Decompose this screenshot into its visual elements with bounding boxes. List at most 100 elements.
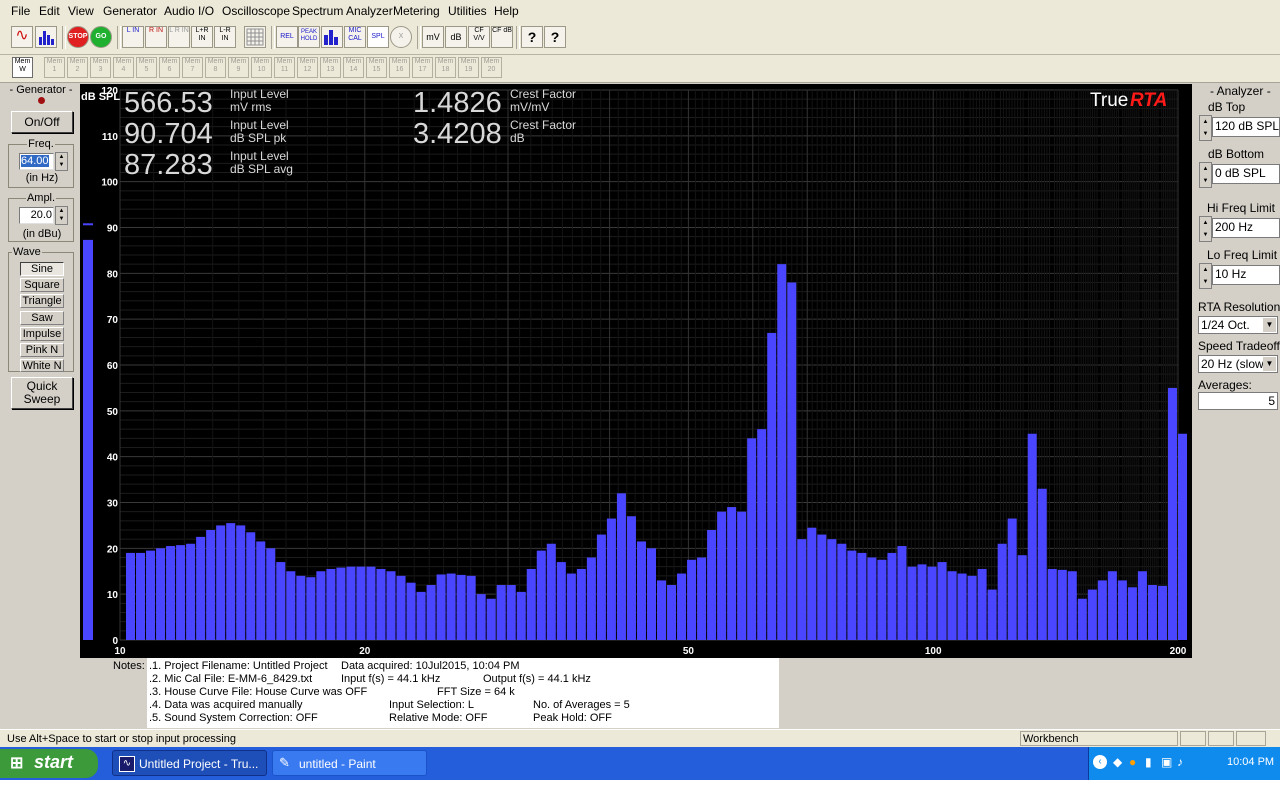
db-button[interactable]: dB (445, 26, 467, 48)
freq-field[interactable]: 64.00 (19, 153, 54, 170)
memory-slot-button[interactable]: Mem 12 (297, 57, 318, 78)
speed-tradeoff-select[interactable]: 20 Hz (slow) ▼ (1198, 355, 1278, 373)
memory-slot-button[interactable]: Mem 14 (343, 57, 364, 78)
mic-cal-button[interactable]: MIC CAL (344, 26, 366, 48)
spectrum-bar (356, 566, 366, 640)
ampl-group: Ampl. 20.0 ▲ ▼ (in dBu) (8, 192, 74, 242)
menu-file[interactable]: File (11, 4, 30, 18)
ampl-spinner[interactable]: ▲ ▼ (55, 206, 68, 225)
tray-app-icon[interactable]: ● (1129, 755, 1136, 769)
db-bottom-field[interactable]: 0 dB SPL (1212, 164, 1280, 184)
wave-square-button[interactable]: Square (20, 278, 64, 292)
note-line: .1. Project Filename: Untitled Project (149, 660, 328, 672)
memory-slot-button[interactable]: Mem 13 (320, 57, 341, 78)
menu-metering[interactable]: Metering (393, 4, 440, 18)
note-acquired: Data acquired: 10Jul2015, 10:04 PM (341, 660, 520, 672)
task-truerta[interactable]: ∿ Untitled Project - Tru... (112, 750, 267, 776)
sine-wave-icon[interactable]: ∿ (11, 26, 33, 48)
hi-freq-field[interactable]: 200 Hz (1212, 218, 1280, 238)
memory-slot-button[interactable]: Mem 19 (458, 57, 479, 78)
wave-impulse-button[interactable]: Impulse (20, 327, 64, 341)
lo-freq-spinner[interactable]: ▲ ▼ (1199, 263, 1212, 289)
memory-slot-button[interactable]: Mem 15 (366, 57, 387, 78)
main-toolbar: ∿ STOP GO L IN R IN L R IN L+R IN L-R IN… (0, 22, 1280, 55)
l-plus-r-in-button[interactable]: L+R IN (191, 26, 213, 48)
memory-slot-button[interactable]: Mem 5 (136, 57, 157, 78)
menu-oscilloscope[interactable]: Oscilloscope (222, 4, 290, 18)
memory-slot-button[interactable]: Mem 9 (228, 57, 249, 78)
memory-slot-button[interactable]: Mem 16 (389, 57, 410, 78)
l-minus-r-in-button[interactable]: L-R IN (214, 26, 236, 48)
ampl-field[interactable]: 20.0 (19, 207, 54, 224)
spectrum-icon[interactable] (35, 26, 57, 48)
y-tick-label: 110 (102, 132, 119, 143)
memory-slot-button[interactable]: Mem 8 (205, 57, 226, 78)
mv-button[interactable]: mV (422, 26, 444, 48)
db-top-spinner[interactable]: ▲ ▼ (1199, 115, 1212, 141)
context-help-icon[interactable]: ? (544, 26, 566, 48)
chevron-down-icon[interactable]: ▼ (1263, 318, 1276, 332)
cf-db-button[interactable]: CF dB (491, 26, 513, 48)
menu-generator[interactable]: Generator (103, 4, 157, 18)
stop-icon[interactable]: STOP (67, 26, 89, 48)
rta-resolution-select[interactable]: 1/24 Oct. ▼ (1198, 316, 1278, 334)
memory-slot-button[interactable]: Mem 7 (182, 57, 203, 78)
menu-spectrum-analyzer[interactable]: Spectrum Analyzer (292, 4, 393, 18)
memory-slot-button[interactable]: Mem 2 (67, 57, 88, 78)
memory-slot-button[interactable]: Mem 4 (113, 57, 134, 78)
wave-triangle-button[interactable]: Triangle (20, 294, 64, 308)
generator-on-off-button[interactable]: On/Off (11, 111, 73, 133)
menu-edit[interactable]: Edit (39, 4, 60, 18)
r-in-button[interactable]: R IN (145, 26, 167, 48)
menu-help[interactable]: Help (494, 4, 519, 18)
task-paint[interactable]: ✎ untitled - Paint (272, 750, 427, 776)
go-icon[interactable]: GO (90, 26, 112, 48)
l-r-in-button[interactable]: L R IN (168, 26, 190, 48)
menu-utilities[interactable]: Utilities (448, 4, 487, 18)
memory-slot-button[interactable]: Mem 17 (412, 57, 433, 78)
memory-w-button[interactable]: Mem W (12, 57, 33, 78)
cf-v-button[interactable]: CF V/V (468, 26, 490, 48)
crest-factor-1-value: 1.4826 (413, 87, 502, 119)
x-icon[interactable]: X (390, 26, 412, 48)
note-peak-hold: Peak Hold: OFF (533, 712, 612, 724)
averages-field[interactable]: 5 (1198, 392, 1278, 410)
memory-slot-button[interactable]: Mem 1 (44, 57, 65, 78)
tray-expand-icon[interactable]: ‹ (1093, 755, 1107, 769)
memory-slot-button[interactable]: Mem 18 (435, 57, 456, 78)
peak-hold-button[interactable]: PEAK HOLD (298, 26, 320, 48)
tray-network-icon[interactable]: ◆ (1113, 755, 1122, 769)
memory-slot-button[interactable]: Mem 11 (274, 57, 295, 78)
grid-icon[interactable] (244, 26, 266, 48)
spectrum-bar (466, 575, 476, 640)
lo-freq-field[interactable]: 10 Hz (1212, 265, 1280, 285)
start-button[interactable]: ⊞ start (0, 749, 98, 778)
spl-button[interactable]: SPL (367, 26, 389, 48)
quick-sweep-button[interactable]: Quick Sweep (11, 377, 73, 409)
wave-sine-button[interactable]: Sine (20, 262, 64, 276)
db-top-field[interactable]: 120 dB SPL (1212, 117, 1280, 137)
l-in-button[interactable]: L IN (122, 26, 144, 48)
tray-clock[interactable]: 10:04 PM (1227, 756, 1274, 768)
wave-saw-button[interactable]: Saw (20, 311, 64, 325)
bars-icon[interactable] (321, 26, 343, 48)
tray-speaker-icon[interactable]: ♪ (1177, 755, 1183, 769)
freq-spinner[interactable]: ▲ ▼ (55, 152, 68, 171)
memory-slot-button[interactable]: Mem 6 (159, 57, 180, 78)
chevron-down-icon[interactable]: ▼ (1263, 357, 1276, 371)
menu-audio-io[interactable]: Audio I/O (164, 4, 214, 18)
menu-view[interactable]: View (68, 4, 94, 18)
wave-white-noise-button[interactable]: White N (20, 359, 64, 372)
spectrum-bar (997, 543, 1007, 640)
help-icon[interactable]: ? (521, 26, 543, 48)
memory-slot-button[interactable]: Mem 20 (481, 57, 502, 78)
tray-signal-icon[interactable]: ▮ (1145, 755, 1152, 769)
rel-button[interactable]: REL (276, 26, 298, 48)
wave-pink-noise-button[interactable]: Pink N (20, 343, 64, 357)
db-bottom-spinner[interactable]: ▲ ▼ (1199, 162, 1212, 188)
memory-slot-button[interactable]: Mem 3 (90, 57, 111, 78)
tray-monitor-icon[interactable]: ▣ (1161, 755, 1172, 769)
hi-freq-spinner[interactable]: ▲ ▼ (1199, 216, 1212, 242)
memory-slot-button[interactable]: Mem 10 (251, 57, 272, 78)
status-pane (1236, 731, 1266, 746)
